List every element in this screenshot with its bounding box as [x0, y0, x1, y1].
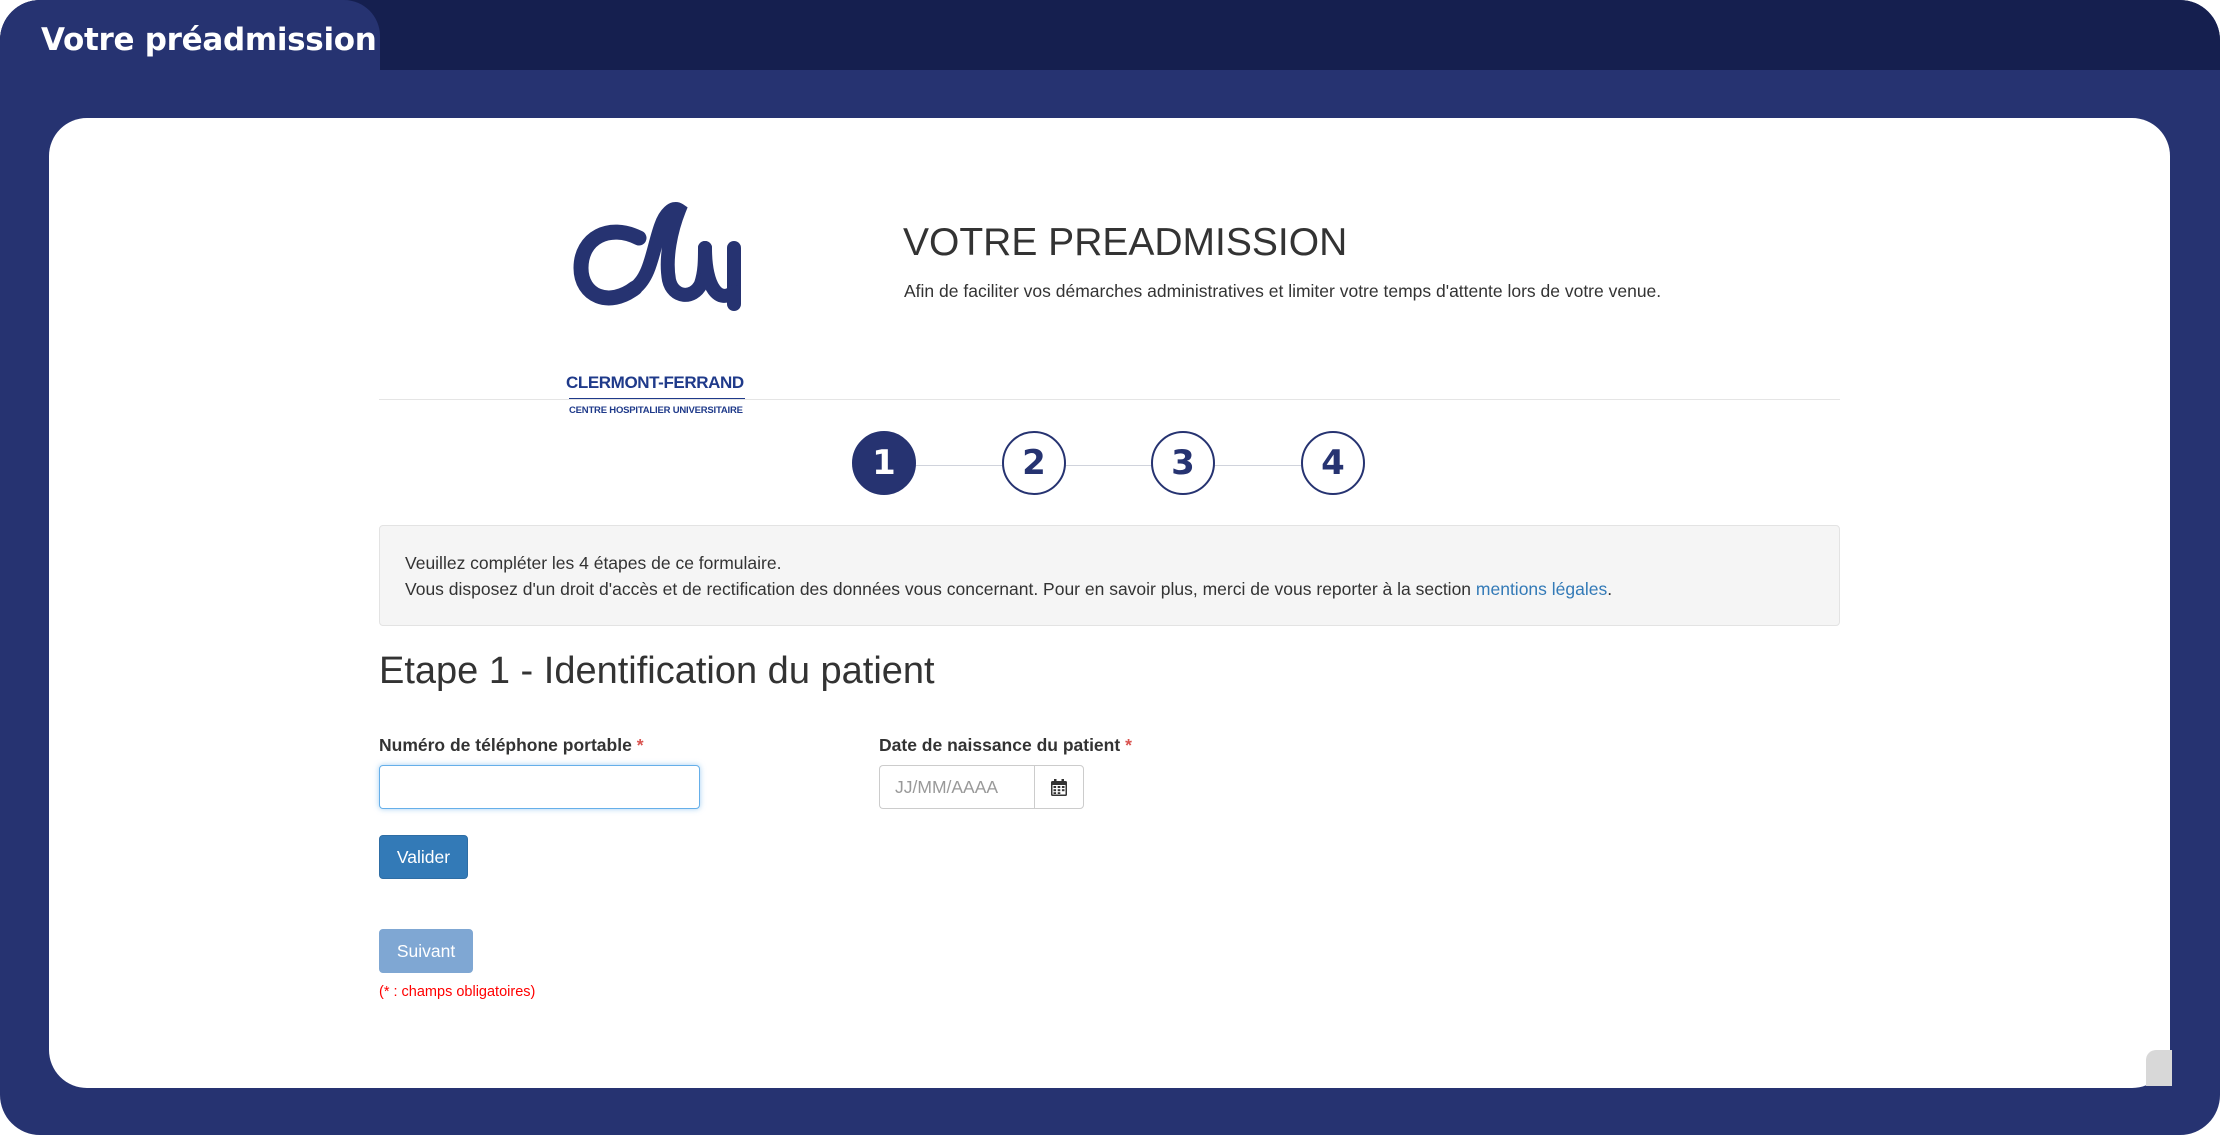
window-title: Votre préadmission [41, 22, 377, 58]
chu-logo-mark-icon [573, 202, 741, 311]
birthdate-label-text: Date de naissance du patient [879, 735, 1121, 755]
birthdate-input[interactable] [879, 765, 1034, 809]
step-1[interactable]: 1 [852, 431, 916, 495]
phone-input[interactable] [379, 765, 700, 809]
step-connector [1213, 465, 1301, 466]
chu-logo: CLERMONT-FERRAND CENTRE HOSPITALIER UNIV… [519, 188, 789, 416]
header-divider [379, 399, 1840, 400]
step-2[interactable]: 2 [1002, 431, 1066, 495]
calendar-icon [1051, 778, 1067, 796]
phone-label-text: Numéro de téléphone portable [379, 735, 632, 755]
birthdate-group [879, 765, 1084, 809]
info-box: Veuillez compléter les 4 étapes de ce fo… [379, 525, 1840, 626]
validate-button[interactable]: Valider [379, 835, 468, 879]
legal-notice-link[interactable]: mentions légales [1476, 579, 1607, 599]
progress-stepper: 1 2 3 4 [852, 431, 1372, 499]
logo-name: CLERMONT-FERRAND [566, 373, 744, 392]
step-connector [914, 465, 1002, 466]
info-text: Vous disposez d'un droit d'accès et de r… [405, 579, 1476, 599]
info-suffix: . [1607, 579, 1613, 599]
page-title: VOTRE PREADMISSION [903, 221, 1348, 264]
phone-label: Numéro de téléphone portable * [379, 735, 644, 756]
logo-subtitle: CENTRE HOSPITALIER UNIVERSITAIRE [569, 405, 743, 416]
step-title: Etape 1 - Identification du patient [379, 650, 935, 692]
step-4[interactable]: 4 [1301, 431, 1365, 495]
app-frame: Votre préadmission CLERMONT-FERRAND CENT… [0, 0, 2220, 1135]
required-asterisk: * [1125, 735, 1132, 755]
content-card: CLERMONT-FERRAND CENTRE HOSPITALIER UNIV… [49, 118, 2170, 1088]
info-line-1: Veuillez compléter les 4 étapes de ce fo… [405, 553, 782, 573]
info-line-2: Vous disposez d'un droit d'accès et de r… [405, 579, 1612, 600]
next-button[interactable]: Suivant [379, 929, 473, 973]
step-connector [1064, 465, 1152, 466]
step-3[interactable]: 3 [1151, 431, 1215, 495]
page-subtitle: Afin de faciliter vos démarches administ… [904, 281, 1662, 301]
required-asterisk: * [636, 735, 644, 755]
title-tab: Votre préadmission [0, 0, 380, 70]
birthdate-label: Date de naissance du patient * [879, 735, 1132, 756]
corner-widget [2146, 1050, 2172, 1086]
required-fields-note: (* : champs obligatoires) [379, 984, 536, 1000]
calendar-button[interactable] [1034, 765, 1084, 809]
